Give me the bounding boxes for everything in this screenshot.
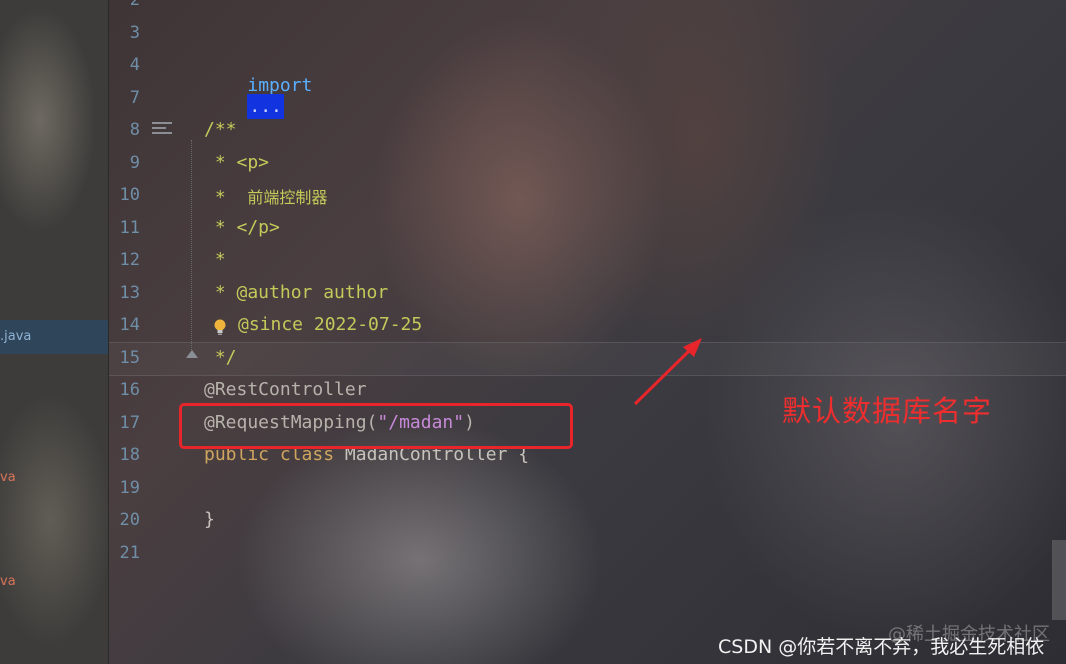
line-number: 4 — [129, 55, 140, 75]
line-number: 10 — [119, 185, 140, 205]
annotation-label: 默认数据库名字 — [782, 394, 993, 428]
folded-imports[interactable]: ... — [247, 94, 284, 119]
code-line-doc-author[interactable]: * @author author — [204, 282, 388, 303]
code-line-doc-close[interactable]: */ — [204, 347, 237, 368]
tree-item-file[interactable]: va — [0, 574, 16, 589]
code-line-rest-controller[interactable]: @RestController — [204, 379, 367, 400]
code-line-doc-p-close[interactable]: * </p> — [204, 217, 280, 238]
line-number: 12 — [119, 250, 140, 270]
lightbulb-icon[interactable] — [213, 318, 227, 336]
keyword-import: import — [247, 75, 313, 96]
fold-collapse-icon[interactable] — [186, 350, 198, 358]
line-number: 16 — [119, 380, 140, 400]
line-number: 8 — [129, 120, 140, 140]
line-number: 7 — [129, 88, 140, 108]
line-number: 17 — [119, 413, 140, 433]
code-line-close-brace[interactable]: } — [204, 509, 215, 530]
tree-item-selected-file[interactable]: .java — [0, 320, 108, 354]
line-number: 19 — [119, 478, 140, 498]
highlight-box — [179, 403, 573, 449]
tree-item-file[interactable]: va — [0, 470, 16, 485]
vertical-scrollbar[interactable] — [1052, 540, 1066, 620]
line-number: 21 — [119, 543, 140, 563]
current-line-highlight — [109, 342, 1066, 376]
doc-description: 前端控制器 — [247, 188, 328, 207]
code-line-doc-p-open[interactable]: * <p> — [204, 152, 269, 173]
fold-guide — [191, 140, 193, 350]
line-number: 9 — [129, 153, 140, 173]
line-number: 11 — [119, 218, 140, 238]
doc-render-toggle-icon[interactable] — [152, 122, 172, 138]
line-number: 20 — [119, 510, 140, 530]
line-number: 14 — [119, 315, 140, 335]
watermark-csdn: CSDN @你若不离不弃，我必生死相依 — [718, 636, 1045, 658]
code-line-doc-open[interactable]: /** — [204, 119, 237, 140]
line-number: 3 — [129, 23, 140, 43]
code-line-doc-blank[interactable]: * — [204, 249, 226, 270]
arrow-icon — [633, 338, 702, 406]
doc-star: * — [204, 187, 248, 208]
ide-editor-window: .java va va 2 3 4 7 8 9 10 11 12 13 14 1… — [0, 0, 1066, 664]
line-number: 2 — [129, 0, 140, 10]
line-number: 18 — [119, 445, 140, 465]
code-line-doc-since[interactable]: @since 2022-07-25 — [238, 314, 422, 335]
project-tree-panel[interactable]: .java va va — [0, 0, 109, 664]
code-line-doc-desc[interactable]: * 前端控制器 — [204, 184, 328, 208]
line-number: 13 — [119, 283, 140, 303]
line-number: 15 — [119, 348, 140, 368]
